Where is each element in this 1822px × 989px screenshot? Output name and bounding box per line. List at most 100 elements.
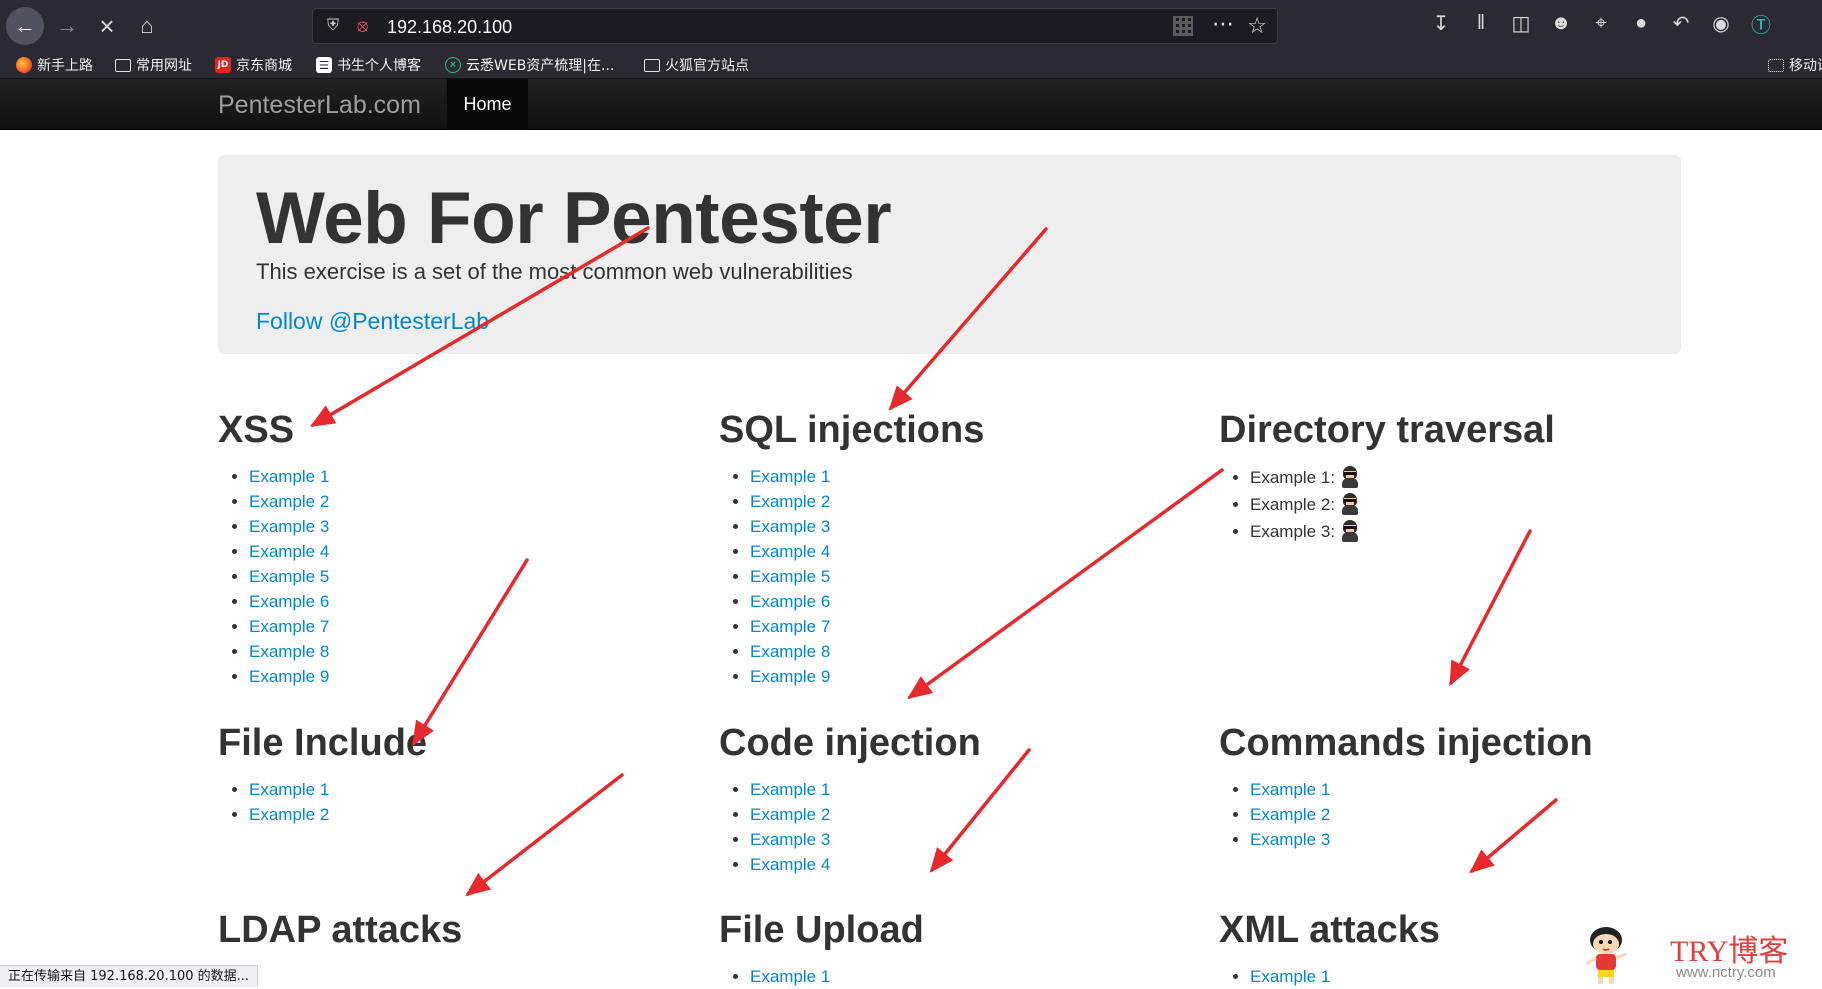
bookmark-item[interactable]: 新手上路 <box>16 55 93 75</box>
list-item: Example 1 <box>249 777 698 802</box>
example-link[interactable]: Example 4 <box>750 855 830 874</box>
example-label: Example 2: <box>1250 495 1336 514</box>
section-file-include: File Include Example 1 Example 2 <box>218 721 698 827</box>
undo-icon[interactable]: ↶ <box>1668 10 1694 36</box>
example-link[interactable]: Example 1 <box>1250 967 1330 986</box>
mobile-bookmarks[interactable]: 移动设 <box>1768 55 1822 75</box>
forward-arrow-icon[interactable]: → <box>48 7 86 45</box>
nav-home-link[interactable]: Home <box>447 79 528 130</box>
list-item: Example 1 <box>750 464 1199 489</box>
example-link[interactable]: Example 1 <box>1250 780 1330 799</box>
stop-loading-icon[interactable]: × <box>88 7 126 45</box>
section-title: Commands injection <box>1219 722 1593 764</box>
library-icon[interactable]: ‖ <box>1468 10 1494 36</box>
annotation-arrow <box>1449 529 1532 687</box>
example-link[interactable]: Example 1 <box>249 467 329 486</box>
qr-code-icon[interactable] <box>1173 16 1193 36</box>
shield-icon[interactable]: ⛨ <box>327 17 339 35</box>
hacker-icon[interactable] <box>1341 520 1359 542</box>
example-link[interactable]: Example 1 <box>249 780 329 799</box>
back-arrow-icon[interactable]: ← <box>6 7 44 45</box>
example-link[interactable]: Example 3 <box>249 517 329 536</box>
example-link[interactable]: Example 2 <box>249 805 329 824</box>
example-link[interactable]: Example 3 <box>1250 830 1330 849</box>
account-icon[interactable]: ☻ <box>1548 10 1574 36</box>
home-icon[interactable]: ⌂ <box>128 7 166 45</box>
browser-toolbar: ← → × ⌂ ⛨ ⦻ 192.168.20.100 ⋯ ☆ ↧ ‖ ◫ ☻ ⌖… <box>0 0 1822 51</box>
folder-icon <box>115 58 131 72</box>
example-link[interactable]: Example 8 <box>750 642 830 661</box>
section-code-injection: Code injection Example 1 Example 2 Examp… <box>719 721 1199 877</box>
cartoon-kid-logo <box>1585 927 1627 984</box>
list-item: Example 5 <box>249 564 698 589</box>
section-directory-traversal: Directory traversal Example 1: Example 2… <box>1219 408 1699 545</box>
list-item: Example 3 <box>249 514 698 539</box>
sidebar-icon[interactable]: ◫ <box>1508 10 1534 36</box>
extension-t-icon[interactable]: Ⓣ <box>1748 10 1774 37</box>
section-file-upload: File Upload Example 1 <box>719 908 1199 989</box>
example-list: Example 1 Example 2 Example 3 Example 4 … <box>719 464 1199 689</box>
example-link[interactable]: Example 5 <box>249 567 329 586</box>
example-link[interactable]: Example 4 <box>249 542 329 561</box>
bookmark-item[interactable]: JD 京东商城 <box>215 55 292 75</box>
list-item: Example 9 <box>249 664 698 689</box>
bookmark-item[interactable]: × 云悉WEB资产梳理|在... <box>445 55 614 75</box>
example-link[interactable]: Example 7 <box>249 617 329 636</box>
bookmark-star-icon[interactable]: ☆ <box>1247 13 1267 39</box>
example-link[interactable]: Example 9 <box>249 667 329 686</box>
section-title: LDAP attacks <box>218 909 463 951</box>
list-item: Example 9 <box>750 664 1199 689</box>
follow-link[interactable]: Follow @PentesterLab <box>256 308 489 335</box>
example-link[interactable]: Example 6 <box>249 592 329 611</box>
url-text[interactable]: 192.168.20.100 <box>387 17 512 38</box>
list-item: Example 1: <box>1250 464 1699 491</box>
list-item: Example 1 <box>750 964 1199 989</box>
site-brand[interactable]: PentesterLab.com <box>218 91 421 120</box>
record-icon[interactable]: ◉ <box>1708 10 1734 36</box>
example-link[interactable]: Example 7 <box>750 617 830 636</box>
site-navbar: PentesterLab.com Home <box>0 79 1822 130</box>
section-sql-injections: SQL injections Example 1 Example 2 Examp… <box>719 408 1199 689</box>
example-link[interactable]: Example 2 <box>750 492 830 511</box>
example-link[interactable]: Example 2 <box>1250 805 1330 824</box>
section-ldap-attacks: LDAP attacks <box>218 908 698 952</box>
chat-icon[interactable]: ● <box>1628 10 1654 36</box>
bookmark-folder[interactable]: 火狐官方站点 <box>644 55 749 75</box>
section-commands-injection: Commands injection Example 1 Example 2 E… <box>1219 721 1699 852</box>
example-link[interactable]: Example 4 <box>750 542 830 561</box>
example-link[interactable]: Example 1 <box>750 467 830 486</box>
example-link[interactable]: Example 6 <box>750 592 830 611</box>
example-link[interactable]: Example 1 <box>750 967 830 986</box>
more-actions-icon[interactable]: ⋯ <box>1212 11 1235 37</box>
example-list: Example 1: Example 2: Example 3: <box>1219 464 1699 545</box>
list-item: Example 3 <box>750 514 1199 539</box>
toolbar-right-icons: ↧ ‖ ◫ ☻ ⌖ ● ↶ ◉ Ⓣ <box>1428 10 1774 42</box>
section-title: SQL injections <box>719 409 985 451</box>
example-link[interactable]: Example 5 <box>750 567 830 586</box>
example-link[interactable]: Example 2 <box>249 492 329 511</box>
example-link[interactable]: Example 3 <box>750 830 830 849</box>
watermark: TRY博客 www.nctry.com <box>1578 920 1798 986</box>
example-link[interactable]: Example 3 <box>750 517 830 536</box>
example-link[interactable]: Example 9 <box>750 667 830 686</box>
screenshot-crop-icon[interactable]: ⌖ <box>1588 10 1614 36</box>
bookmark-label: 云悉WEB资产梳理|在... <box>466 58 615 74</box>
example-link[interactable]: Example 1 <box>750 780 830 799</box>
bookmark-folder[interactable]: 常用网址 <box>115 55 192 75</box>
bookmark-item[interactable]: ☰ 书生个人博客 <box>316 55 421 75</box>
example-label: Example 3: <box>1250 522 1336 541</box>
insecure-lock-icon[interactable]: ⦻ <box>357 16 368 36</box>
hacker-icon[interactable] <box>1341 466 1359 488</box>
book-icon: ☰ <box>316 57 332 73</box>
hacker-icon[interactable] <box>1341 493 1359 515</box>
example-link[interactable]: Example 2 <box>750 805 830 824</box>
mobile-folder-icon <box>1768 58 1784 72</box>
list-item: Example 4 <box>750 539 1199 564</box>
section-title: File Include <box>218 722 428 764</box>
list-item: Example 7 <box>750 614 1199 639</box>
url-bar[interactable]: ⛨ ⦻ 192.168.20.100 ⋯ ☆ <box>312 8 1278 44</box>
example-link[interactable]: Example 8 <box>249 642 329 661</box>
list-item: Example 2 <box>1250 802 1699 827</box>
list-item: Example 7 <box>249 614 698 639</box>
download-icon[interactable]: ↧ <box>1428 10 1454 36</box>
